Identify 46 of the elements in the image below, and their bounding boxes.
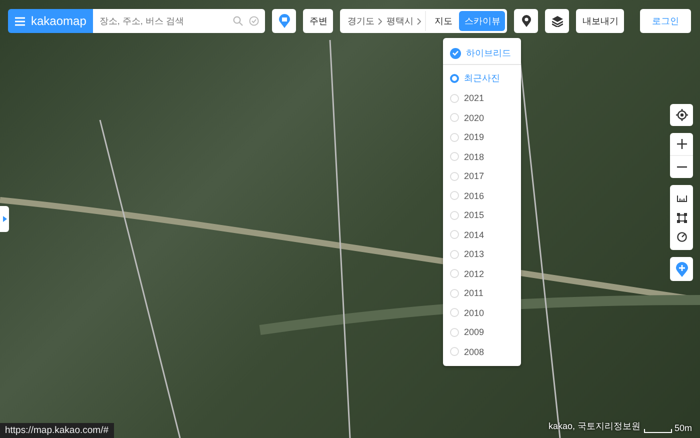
- status-url: https://map.kakao.com/#: [0, 423, 114, 438]
- plus-icon: [676, 139, 686, 149]
- crosshair-icon: [676, 109, 688, 121]
- scale-label: 50m: [674, 423, 692, 433]
- search-icon[interactable]: [233, 16, 244, 26]
- year-option[interactable]: 2011: [443, 284, 521, 303]
- year-option[interactable]: 2017: [443, 166, 521, 186]
- minus-icon: [676, 166, 686, 168]
- location-button[interactable]: [514, 9, 538, 33]
- breadcrumb-item[interactable]: 경기도: [347, 14, 374, 28]
- chevron-right-icon: [378, 18, 382, 24]
- year-option[interactable]: 2015: [443, 206, 521, 225]
- triangle-right-icon: [2, 216, 6, 222]
- chevron-right-icon: [417, 18, 422, 24]
- location-pin-icon: [522, 15, 531, 27]
- year-option[interactable]: 2014: [443, 225, 521, 244]
- ruler-icon: [676, 195, 686, 202]
- pin-button[interactable]: [272, 9, 296, 33]
- pin-plus-icon: [676, 262, 688, 276]
- gauge-icon: [676, 232, 686, 242]
- check-circle-icon[interactable]: [249, 16, 260, 26]
- year-option[interactable]: 2008: [443, 342, 521, 362]
- nearby-button[interactable]: 주변: [303, 9, 334, 33]
- year-option[interactable]: 2021: [443, 88, 521, 108]
- breadcrumb-item[interactable]: 평택시: [386, 14, 414, 28]
- year-option[interactable]: 2013: [443, 244, 521, 264]
- year-option[interactable]: 2019: [443, 128, 521, 147]
- side-panel-toggle[interactable]: [0, 206, 9, 232]
- export-button[interactable]: 내보내기: [576, 9, 624, 33]
- square-nodes-icon: [676, 212, 686, 222]
- year-option[interactable]: 2020: [443, 108, 521, 128]
- layers-button[interactable]: [545, 9, 570, 33]
- search-field[interactable]: 장소, 주소, 버스 검색: [93, 9, 266, 33]
- map-pin-icon: [278, 14, 290, 28]
- logo-text: kakaomap: [31, 14, 86, 28]
- scale-bar: [644, 429, 672, 433]
- layers-icon: [552, 16, 563, 26]
- year-option[interactable]: 2016: [443, 186, 521, 206]
- menu-icon: [15, 16, 25, 26]
- search-input[interactable]: 장소, 주소, 버스 검색: [99, 16, 228, 26]
- year-option[interactable]: 2009: [443, 322, 521, 342]
- year-option[interactable]: 2010: [443, 303, 521, 322]
- checkbox-icon[interactable]: [450, 48, 461, 58]
- radio-button[interactable]: [450, 74, 459, 84]
- year-option[interactable]: 2018: [443, 147, 521, 166]
- year-option[interactable]: 2012: [443, 264, 521, 284]
